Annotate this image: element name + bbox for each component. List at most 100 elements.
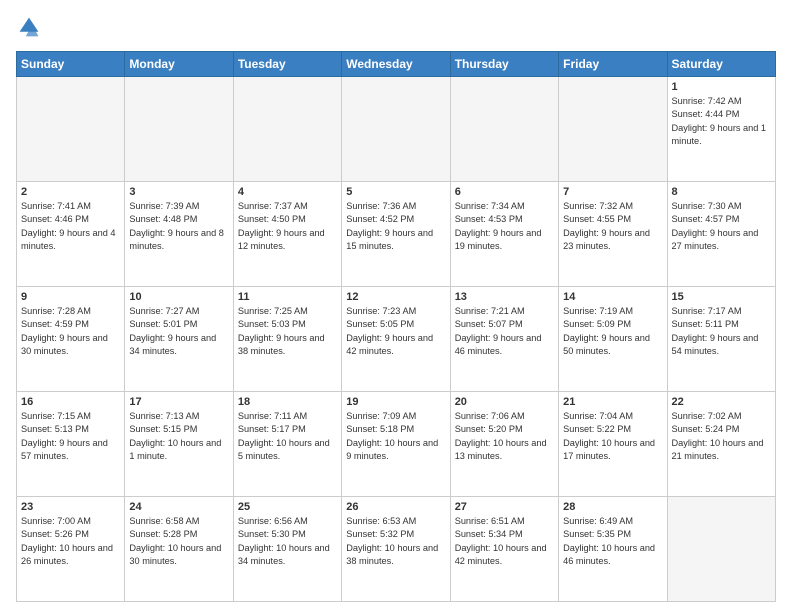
calendar-header-sunday: Sunday bbox=[17, 52, 125, 77]
day-number: 10 bbox=[129, 291, 228, 303]
day-number: 1 bbox=[672, 81, 771, 93]
calendar-cell bbox=[559, 77, 667, 182]
calendar-cell: 25 Sunrise: 6:56 AM Sunset: 5:30 PM Dayli… bbox=[233, 497, 341, 602]
day-number: 27 bbox=[455, 501, 554, 513]
calendar-cell: 26 Sunrise: 6:53 AM Sunset: 5:32 PM Dayli… bbox=[342, 497, 450, 602]
calendar-cell: 28 Sunrise: 6:49 AM Sunset: 5:35 PM Dayli… bbox=[559, 497, 667, 602]
day-info: Sunrise: 7:23 AM Sunset: 5:05 PM Dayligh… bbox=[346, 305, 445, 358]
day-number: 19 bbox=[346, 396, 445, 408]
logo-icon bbox=[18, 16, 40, 38]
day-number: 7 bbox=[563, 186, 662, 198]
calendar-week-row: 23Sunrise: 7:00 AM Sunset: 5:26 PM Dayli… bbox=[17, 497, 776, 602]
day-info: Sunrise: 7:34 AM Sunset: 4:53 PM Dayligh… bbox=[455, 200, 554, 253]
calendar-week-row: 1 Sunrise: 7:42 AM Sunset: 4:44 PM Daylig… bbox=[17, 77, 776, 182]
calendar-cell: 27 Sunrise: 6:51 AM Sunset: 5:34 PM Dayli… bbox=[450, 497, 558, 602]
day-number: 4 bbox=[238, 186, 337, 198]
calendar-cell: 9 Sunrise: 7:28 AM Sunset: 4:59 PM Daylig… bbox=[17, 287, 125, 392]
day-number: 14 bbox=[563, 291, 662, 303]
day-number: 26 bbox=[346, 501, 445, 513]
day-info: Sunrise: 7:27 AM Sunset: 5:01 PM Dayligh… bbox=[129, 305, 228, 358]
calendar-cell: 16 Sunrise: 7:15 AM Sunset: 5:13 PM Dayli… bbox=[17, 392, 125, 497]
day-info: Sunrise: 7:11 AM Sunset: 5:17 PM Dayligh… bbox=[238, 410, 337, 463]
day-info: Sunrise: 7:06 AM Sunset: 5:20 PM Dayligh… bbox=[455, 410, 554, 463]
calendar-week-row: 16 Sunrise: 7:15 AM Sunset: 5:13 PM Dayli… bbox=[17, 392, 776, 497]
day-number: 22 bbox=[672, 396, 771, 408]
calendar-cell: 4 Sunrise: 7:37 AM Sunset: 4:50 PM Daylig… bbox=[233, 182, 341, 287]
day-info: Sunrise: 6:56 AM Sunset: 5:30 PM Dayligh… bbox=[238, 515, 337, 568]
calendar-cell: 11 Sunrise: 7:25 AM Sunset: 5:03 PM Dayli… bbox=[233, 287, 341, 392]
day-number: 21 bbox=[563, 396, 662, 408]
day-info: Sunrise: 7:17 AM Sunset: 5:11 PM Dayligh… bbox=[672, 305, 771, 358]
calendar-cell bbox=[125, 77, 233, 182]
day-info: Sunrise: 7:30 AM Sunset: 4:57 PM Dayligh… bbox=[672, 200, 771, 253]
calendar-cell: 14 Sunrise: 7:19 AM Sunset: 5:09 PM Dayli… bbox=[559, 287, 667, 392]
calendar-cell: 1 Sunrise: 7:42 AM Sunset: 4:44 PM Daylig… bbox=[667, 77, 775, 182]
calendar-header-tuesday: Tuesday bbox=[233, 52, 341, 77]
logo bbox=[16, 16, 44, 43]
day-info: Sunrise: 7:37 AM Sunset: 4:50 PM Dayligh… bbox=[238, 200, 337, 253]
calendar-cell: 18 Sunrise: 7:11 AM Sunset: 5:17 PM Dayli… bbox=[233, 392, 341, 497]
day-number: 11 bbox=[238, 291, 337, 303]
calendar-cell: 23Sunrise: 7:00 AM Sunset: 5:26 PM Dayli… bbox=[17, 497, 125, 602]
calendar-cell bbox=[233, 77, 341, 182]
calendar-cell: 20 Sunrise: 7:06 AM Sunset: 5:20 PM Dayli… bbox=[450, 392, 558, 497]
calendar-cell: 3 Sunrise: 7:39 AM Sunset: 4:48 PM Daylig… bbox=[125, 182, 233, 287]
day-info: Sunrise: 6:58 AM Sunset: 5:28 PM Dayligh… bbox=[129, 515, 228, 568]
day-number: 15 bbox=[672, 291, 771, 303]
day-number: 13 bbox=[455, 291, 554, 303]
day-info: Sunrise: 6:49 AM Sunset: 5:35 PM Dayligh… bbox=[563, 515, 662, 568]
calendar-cell: 2 Sunrise: 7:41 AM Sunset: 4:46 PM Daylig… bbox=[17, 182, 125, 287]
header bbox=[16, 16, 776, 43]
calendar-week-row: 2 Sunrise: 7:41 AM Sunset: 4:46 PM Daylig… bbox=[17, 182, 776, 287]
calendar-cell: 7Sunrise: 7:32 AM Sunset: 4:55 PM Daylig… bbox=[559, 182, 667, 287]
day-number: 5 bbox=[346, 186, 445, 198]
day-info: Sunrise: 7:04 AM Sunset: 5:22 PM Dayligh… bbox=[563, 410, 662, 463]
calendar-cell: 13 Sunrise: 7:21 AM Sunset: 5:07 PM Dayli… bbox=[450, 287, 558, 392]
day-number: 6 bbox=[455, 186, 554, 198]
day-info: Sunrise: 7:36 AM Sunset: 4:52 PM Dayligh… bbox=[346, 200, 445, 253]
day-info: Sunrise: 6:53 AM Sunset: 5:32 PM Dayligh… bbox=[346, 515, 445, 568]
calendar-header-wednesday: Wednesday bbox=[342, 52, 450, 77]
calendar-cell: 6 Sunrise: 7:34 AM Sunset: 4:53 PM Daylig… bbox=[450, 182, 558, 287]
calendar-cell: 12 Sunrise: 7:23 AM Sunset: 5:05 PM Dayli… bbox=[342, 287, 450, 392]
day-info: Sunrise: 7:39 AM Sunset: 4:48 PM Dayligh… bbox=[129, 200, 228, 253]
calendar-cell: 24 Sunrise: 6:58 AM Sunset: 5:28 PM Dayli… bbox=[125, 497, 233, 602]
calendar-cell bbox=[17, 77, 125, 182]
day-number: 20 bbox=[455, 396, 554, 408]
calendar-cell: 8 Sunrise: 7:30 AM Sunset: 4:57 PM Daylig… bbox=[667, 182, 775, 287]
day-info: Sunrise: 7:15 AM Sunset: 5:13 PM Dayligh… bbox=[21, 410, 120, 463]
page: SundayMondayTuesdayWednesdayThursdayFrid… bbox=[0, 0, 792, 612]
day-info: Sunrise: 7:09 AM Sunset: 5:18 PM Dayligh… bbox=[346, 410, 445, 463]
day-info: Sunrise: 7:02 AM Sunset: 5:24 PM Dayligh… bbox=[672, 410, 771, 463]
day-info: Sunrise: 7:19 AM Sunset: 5:09 PM Dayligh… bbox=[563, 305, 662, 358]
day-number: 18 bbox=[238, 396, 337, 408]
day-info: Sunrise: 7:41 AM Sunset: 4:46 PM Dayligh… bbox=[21, 200, 120, 253]
day-number: 24 bbox=[129, 501, 228, 513]
day-info: Sunrise: 7:28 AM Sunset: 4:59 PM Dayligh… bbox=[21, 305, 120, 358]
calendar-cell: 10 Sunrise: 7:27 AM Sunset: 5:01 PM Dayli… bbox=[125, 287, 233, 392]
day-info: Sunrise: 6:51 AM Sunset: 5:34 PM Dayligh… bbox=[455, 515, 554, 568]
calendar-cell: 19 Sunrise: 7:09 AM Sunset: 5:18 PM Dayli… bbox=[342, 392, 450, 497]
day-info: Sunrise: 7:13 AM Sunset: 5:15 PM Dayligh… bbox=[129, 410, 228, 463]
day-info: Sunrise: 7:42 AM Sunset: 4:44 PM Dayligh… bbox=[672, 95, 771, 148]
day-number: 2 bbox=[21, 186, 120, 198]
calendar-cell: 22 Sunrise: 7:02 AM Sunset: 5:24 PM Dayli… bbox=[667, 392, 775, 497]
day-number: 16 bbox=[21, 396, 120, 408]
day-number: 25 bbox=[238, 501, 337, 513]
calendar-cell bbox=[667, 497, 775, 602]
calendar-header-monday: Monday bbox=[125, 52, 233, 77]
day-info: Sunrise: 7:21 AM Sunset: 5:07 PM Dayligh… bbox=[455, 305, 554, 358]
day-number: 12 bbox=[346, 291, 445, 303]
calendar-cell: 15 Sunrise: 7:17 AM Sunset: 5:11 PM Dayli… bbox=[667, 287, 775, 392]
calendar-week-row: 9 Sunrise: 7:28 AM Sunset: 4:59 PM Daylig… bbox=[17, 287, 776, 392]
day-info: Sunrise: 7:00 AM Sunset: 5:26 PM Dayligh… bbox=[21, 515, 120, 568]
day-number: 9 bbox=[21, 291, 120, 303]
calendar-table: SundayMondayTuesdayWednesdayThursdayFrid… bbox=[16, 51, 776, 602]
day-info: Sunrise: 7:25 AM Sunset: 5:03 PM Dayligh… bbox=[238, 305, 337, 358]
calendar-cell: 17Sunrise: 7:13 AM Sunset: 5:15 PM Dayli… bbox=[125, 392, 233, 497]
calendar-header-saturday: Saturday bbox=[667, 52, 775, 77]
day-number: 28 bbox=[563, 501, 662, 513]
calendar-cell: 5 Sunrise: 7:36 AM Sunset: 4:52 PM Daylig… bbox=[342, 182, 450, 287]
day-number: 3 bbox=[129, 186, 228, 198]
day-number: 8 bbox=[672, 186, 771, 198]
